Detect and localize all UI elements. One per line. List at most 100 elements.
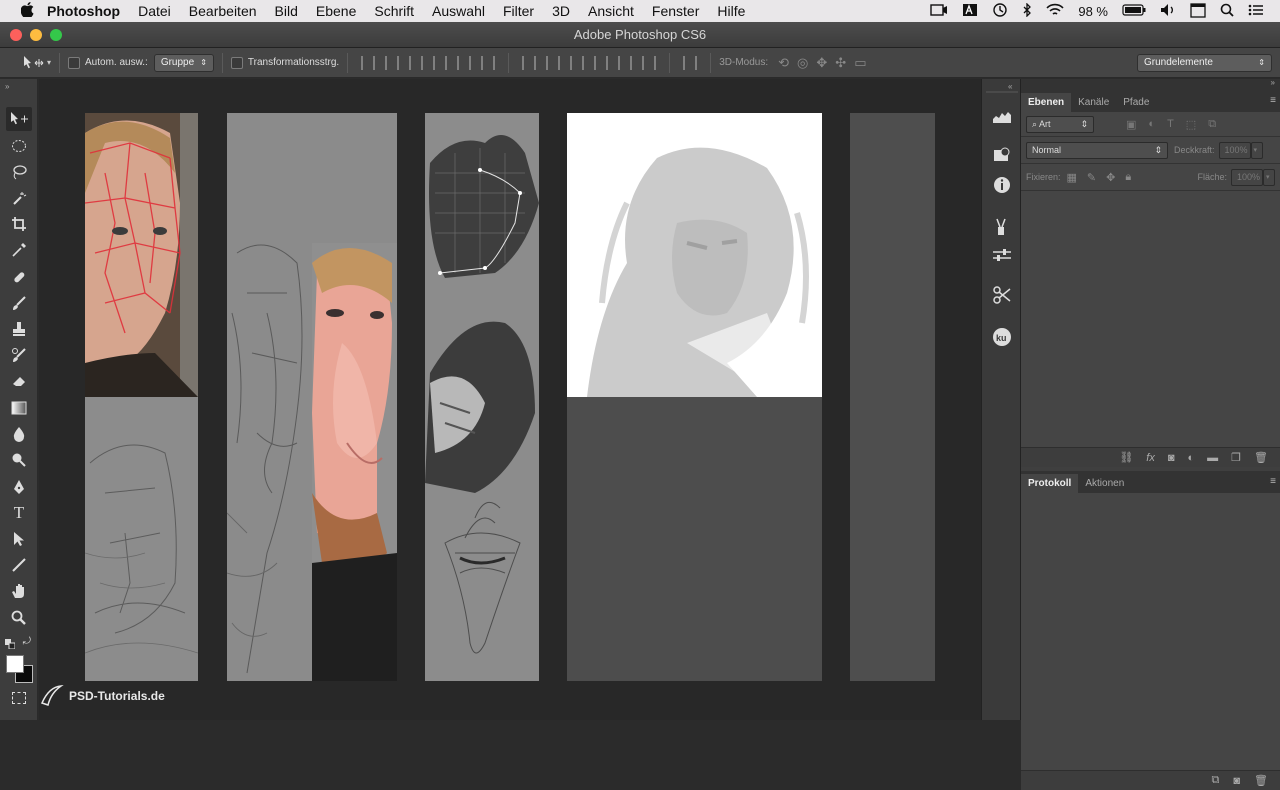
kuler-icon[interactable]: ku xyxy=(990,325,1014,349)
marquee-tool-icon[interactable] xyxy=(6,134,32,158)
collapse-panel-icon[interactable]: » xyxy=(5,82,9,91)
clone-source-icon[interactable] xyxy=(990,283,1014,307)
add-mask-icon[interactable]: ◙ xyxy=(1168,452,1175,464)
workspace-dropdown[interactable]: Grundelemente ⇕ xyxy=(1137,53,1272,72)
foreground-color-swatch[interactable] xyxy=(6,655,24,673)
distribute-vertical-center-icon[interactable] xyxy=(546,55,561,70)
delete-state-icon[interactable]: 🗑︎ xyxy=(1254,774,1268,787)
menu-ansicht[interactable]: Ansicht xyxy=(579,0,643,22)
distribute-horizontal-center-icon[interactable] xyxy=(618,55,633,70)
menu-filter[interactable]: Filter xyxy=(494,0,543,22)
menu-auswahl[interactable]: Auswahl xyxy=(423,0,494,22)
align-top-icon[interactable] xyxy=(361,55,376,70)
quick-mask-icon[interactable] xyxy=(12,692,26,704)
hand-tool-icon[interactable] xyxy=(6,579,32,603)
fill-input[interactable]: 100% xyxy=(1231,168,1263,186)
filter-smartobject-icon[interactable]: ⧉ xyxy=(1208,118,1216,131)
apple-icon[interactable] xyxy=(16,1,38,21)
3d-pan-icon[interactable]: ✥ xyxy=(816,55,827,71)
camera-icon[interactable] xyxy=(930,3,948,19)
tab-ebenen[interactable]: Ebenen xyxy=(1021,93,1072,112)
filter-type-icon[interactable]: T xyxy=(1167,118,1174,131)
bluetooth-icon[interactable] xyxy=(1022,1,1032,20)
quick-selection-tool-icon[interactable] xyxy=(6,186,32,210)
lasso-tool-icon[interactable] xyxy=(6,160,32,184)
align-bottom-icon[interactable] xyxy=(409,55,424,70)
menu-bild[interactable]: Bild xyxy=(266,0,307,22)
healing-brush-tool-icon[interactable] xyxy=(6,265,32,289)
info-icon[interactable] xyxy=(990,173,1014,197)
notification-center-icon[interactable] xyxy=(1248,4,1264,19)
align-left-icon[interactable] xyxy=(433,55,448,70)
opacity-input[interactable]: 100% xyxy=(1218,141,1251,159)
tab-kanaele[interactable]: Kanäle xyxy=(1071,93,1116,112)
eyedropper-tool-icon[interactable] xyxy=(6,238,32,262)
path-selection-tool-icon[interactable] xyxy=(6,527,32,551)
new-snapshot-icon[interactable]: ◙ xyxy=(1233,775,1240,787)
menu-datei[interactable]: Datei xyxy=(129,0,180,22)
distribute-left-icon[interactable] xyxy=(594,55,609,70)
navigator-icon[interactable] xyxy=(990,143,1014,167)
tab-pfade[interactable]: Pfade xyxy=(1116,93,1156,112)
brush-tool-icon[interactable] xyxy=(6,291,32,315)
calendar-icon[interactable] xyxy=(1190,2,1206,21)
transform-controls-checkbox[interactable] xyxy=(230,56,243,69)
crop-tool-icon[interactable] xyxy=(6,212,32,236)
pen-tool-icon[interactable] xyxy=(6,475,32,499)
collapse-dock-icon[interactable]: « xyxy=(1008,82,1012,91)
align-right-icon[interactable] xyxy=(481,55,496,70)
3d-roll-icon[interactable]: ◎ xyxy=(797,55,808,71)
blur-tool-icon[interactable] xyxy=(6,422,32,446)
spotlight-search-icon[interactable] xyxy=(1220,3,1234,20)
3d-scale-icon[interactable]: ▭ xyxy=(854,55,866,71)
dodge-tool-icon[interactable] xyxy=(6,448,32,472)
brush-presets-icon[interactable] xyxy=(990,215,1014,239)
delete-layer-icon[interactable]: 🗑︎ xyxy=(1254,451,1268,464)
distribute-bottom-icon[interactable] xyxy=(570,55,585,70)
auto-select-dropdown[interactable]: Gruppe ⇕ xyxy=(153,53,214,72)
gradient-tool-icon[interactable] xyxy=(6,396,32,420)
move-tool-icon[interactable] xyxy=(6,107,32,131)
blend-mode-dropdown[interactable]: Normal ⇕ xyxy=(1026,141,1168,159)
lock-position-icon[interactable]: ✥ xyxy=(1106,171,1115,184)
eraser-tool-icon[interactable] xyxy=(6,369,32,393)
menu-3d[interactable]: 3D xyxy=(543,0,579,22)
align-horizontal-center-icon[interactable] xyxy=(457,55,472,70)
distribute-right-icon[interactable] xyxy=(642,55,657,70)
new-document-from-state-icon[interactable]: ⧉ xyxy=(1212,774,1220,787)
menu-fenster[interactable]: Fenster xyxy=(643,0,708,22)
text-input-icon[interactable] xyxy=(962,3,978,20)
3d-slide-icon[interactable]: ✣ xyxy=(835,55,846,71)
document-canvas[interactable]: PSD-Tutorials.de xyxy=(39,79,981,720)
filter-adjustment-icon[interactable]: ◐ xyxy=(1148,118,1155,131)
new-group-icon[interactable]: ▬ xyxy=(1207,452,1218,464)
lock-transparency-icon[interactable]: ▦ xyxy=(1067,171,1077,184)
fill-slider-toggle[interactable]: ▾ xyxy=(1263,168,1275,186)
tool-preset-picker[interactable]: ▾ xyxy=(22,55,51,71)
wifi-icon[interactable] xyxy=(1046,3,1064,19)
filter-shape-icon[interactable]: ⬚ xyxy=(1186,118,1196,131)
battery-icon[interactable] xyxy=(1122,3,1146,19)
type-tool-icon[interactable]: T xyxy=(6,501,32,525)
filter-pixel-icon[interactable]: ▣ xyxy=(1126,118,1136,131)
link-layers-icon[interactable]: ⛓︎ xyxy=(1119,451,1133,464)
layer-filter-dropdown[interactable]: ⌕ Art ⇕ xyxy=(1026,115,1094,133)
time-machine-icon[interactable] xyxy=(992,2,1008,21)
menu-hilfe[interactable]: Hilfe xyxy=(708,0,754,22)
align-vertical-center-icon[interactable] xyxy=(385,55,400,70)
volume-icon[interactable] xyxy=(1160,3,1176,20)
tab-protokoll[interactable]: Protokoll xyxy=(1021,474,1079,493)
menu-photoshop[interactable]: Photoshop xyxy=(38,0,129,22)
menu-schrift[interactable]: Schrift xyxy=(365,0,423,22)
opacity-slider-toggle[interactable]: ▾ xyxy=(1250,141,1263,159)
auto-select-checkbox[interactable] xyxy=(68,56,81,69)
distribute-top-icon[interactable] xyxy=(522,55,537,70)
lock-all-icon[interactable]: 🔒︎ xyxy=(1125,171,1131,184)
adjustment-layer-icon[interactable]: ◐ xyxy=(1188,452,1195,464)
collapse-panels-icon[interactable]: » xyxy=(1271,78,1275,87)
zoom-tool-icon[interactable] xyxy=(6,606,32,630)
menu-ebene[interactable]: Ebene xyxy=(307,0,365,22)
auto-align-layers-icon[interactable] xyxy=(683,55,698,70)
histogram-icon[interactable] xyxy=(990,105,1014,129)
new-layer-icon[interactable]: ❐ xyxy=(1231,451,1241,464)
